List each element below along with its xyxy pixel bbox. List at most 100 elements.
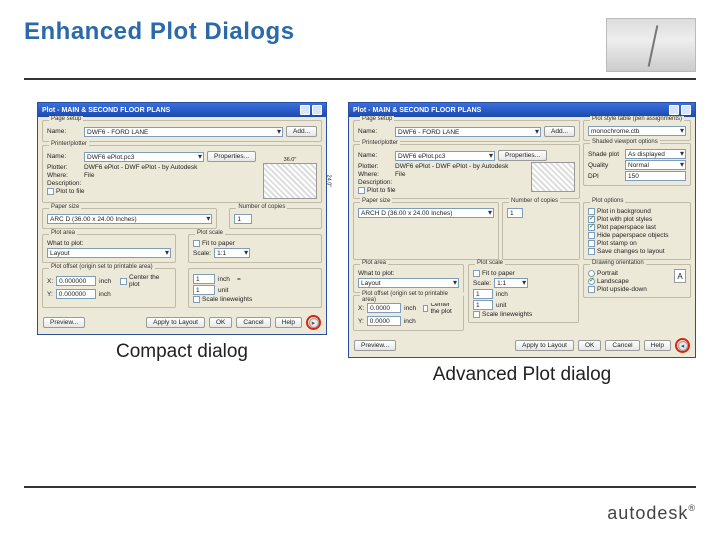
window-controls[interactable] <box>300 105 322 115</box>
y-input[interactable]: 0.0000 <box>367 316 401 326</box>
scale-dropdown[interactable]: 1:1 <box>494 278 528 288</box>
portrait-radio[interactable]: Portrait <box>588 270 671 277</box>
scale-dropdown[interactable]: 1:1 <box>214 248 250 258</box>
legend: Drawing orientation <box>590 260 646 266</box>
titlebar-text: Plot - MAIN & SECOND FLOOR PLANS <box>353 107 481 114</box>
footer-rule <box>24 486 696 488</box>
group-plot-area: Plot area What to plot: Layout <box>353 264 464 293</box>
printer-name-dropdown[interactable]: DWF6 ePlot.pc3 <box>84 152 204 162</box>
group-orientation: Drawing orientation Portrait Landscape P… <box>583 264 691 298</box>
legend: Plot scale <box>195 230 225 236</box>
what-to-plot-label: What to plot: <box>47 240 84 247</box>
cancel-button[interactable]: Cancel <box>236 317 270 328</box>
group-plot-offset: Plot offset (origin set to printable are… <box>42 268 176 308</box>
legend: Plot offset (origin set to printable are… <box>360 291 463 303</box>
plot-stamp-checkbox[interactable]: Plot stamp on <box>588 240 686 247</box>
page-setup-name-dropdown[interactable]: DWF6 - FORD LANE <box>84 127 283 137</box>
x-label: X: <box>47 278 53 285</box>
x-label: X: <box>358 305 364 312</box>
ok-button[interactable]: OK <box>209 317 232 328</box>
plot-style-dropdown[interactable]: monochrome.ctb <box>588 126 686 136</box>
desc-label: Description: <box>358 179 392 186</box>
scale-denominator-input[interactable]: 1 <box>193 285 215 295</box>
legend: Plot area <box>49 230 77 236</box>
caption-compact: Compact dialog <box>116 341 248 363</box>
legend: Page setup <box>49 116 83 122</box>
shade-plot-dropdown[interactable]: As displayed <box>625 149 686 159</box>
legend: Plot scale <box>475 260 505 266</box>
titlebar-text: Plot - MAIN & SECOND FLOOR PLANS <box>42 107 170 114</box>
scale-denominator-input[interactable]: 1 <box>473 300 493 310</box>
cancel-button[interactable]: Cancel <box>605 340 639 351</box>
ok-button[interactable]: OK <box>578 340 601 351</box>
copies-input[interactable]: 1 <box>507 208 523 218</box>
expand-icon[interactable]: ▸ <box>309 318 319 328</box>
scale-numerator-input[interactable]: 1 <box>473 289 493 299</box>
fit-to-paper-checkbox[interactable]: Fit to paper <box>473 270 515 277</box>
x-unit: inch <box>404 305 416 312</box>
scale-lineweights-checkbox[interactable]: Scale lineweights <box>193 296 252 303</box>
add-button[interactable]: Add... <box>544 126 575 137</box>
help-button[interactable]: Help <box>644 340 671 351</box>
shade-plot-label: Shade plot <box>588 151 622 158</box>
x-input[interactable]: 0.0000 <box>367 303 401 313</box>
help-button[interactable]: Help <box>275 317 302 328</box>
close-icon[interactable] <box>681 105 691 115</box>
scale-label: Scale: <box>193 250 211 257</box>
plot-styles-checkbox[interactable]: Plot with plot styles <box>588 216 686 223</box>
legend: Shaded viewport options <box>590 139 660 145</box>
center-plot-checkbox[interactable]: Center the plot <box>120 274 171 288</box>
name-label: Name: <box>47 153 81 160</box>
quality-label: Quality <box>588 162 622 169</box>
dpi-label: DPI <box>588 173 622 180</box>
save-changes-checkbox[interactable]: Save changes to layout <box>588 248 686 255</box>
window-controls[interactable] <box>669 105 691 115</box>
x-input[interactable]: 0.000000 <box>56 276 96 286</box>
collapse-icon[interactable]: ◂ <box>678 341 688 351</box>
scale-numerator-input[interactable]: 1 <box>193 274 215 284</box>
paperspace-last-checkbox[interactable]: Plot paperspace last <box>588 224 686 231</box>
y-unit: inch <box>99 291 111 298</box>
what-to-plot-dropdown[interactable]: Layout <box>47 248 171 258</box>
where-label: Where: <box>47 172 81 179</box>
center-plot-checkbox[interactable]: Center the plot <box>423 301 459 315</box>
legend: Number of copies <box>236 204 287 210</box>
apply-to-layout-button[interactable]: Apply to Layout <box>146 317 205 328</box>
scale-lineweights-checkbox[interactable]: Scale lineweights <box>473 311 532 318</box>
fit-to-paper-checkbox[interactable]: Fit to paper <box>193 240 235 247</box>
dialog-footer: Preview... Apply to Layout OK Cancel Hel… <box>349 335 695 353</box>
advanced-plot-dialog: Plot - MAIN & SECOND FLOOR PLANS Page se… <box>348 102 696 358</box>
quality-dropdown[interactable]: Normal <box>625 160 686 170</box>
y-input[interactable]: 0.000000 <box>56 289 96 299</box>
y-label: Y: <box>358 318 364 325</box>
upside-down-checkbox[interactable]: Plot upside-down <box>588 286 671 293</box>
plot-background-checkbox[interactable]: Plot in background <box>588 208 686 215</box>
plot-to-file-checkbox[interactable]: Plot to file <box>358 187 396 194</box>
help-icon[interactable] <box>300 105 310 115</box>
printer-name-dropdown[interactable]: DWF6 ePlot.pc3 <box>395 151 495 161</box>
collapse-toggle-highlight: ◂ <box>675 338 690 353</box>
where-label: Where: <box>358 171 392 178</box>
y-unit: inch <box>404 318 416 325</box>
add-button[interactable]: Add... <box>286 126 317 137</box>
properties-button[interactable]: Properties... <box>207 151 256 162</box>
paper-size-dropdown[interactable]: ARC D (36.00 x 24.00 Inches) <box>47 214 212 224</box>
dpi-input[interactable]: 150 <box>625 171 686 181</box>
help-icon[interactable] <box>669 105 679 115</box>
hide-paperspace-checkbox[interactable]: Hide paperspace objects <box>588 232 686 239</box>
landscape-radio[interactable]: Landscape <box>588 278 671 285</box>
what-to-plot-dropdown[interactable]: Layout <box>358 278 459 288</box>
plot-to-file-checkbox[interactable]: Plot to file <box>47 188 85 195</box>
copies-input[interactable]: 1 <box>234 214 252 224</box>
brand-logo: autodesk® <box>607 503 696 524</box>
properties-button[interactable]: Properties... <box>498 150 547 161</box>
close-icon[interactable] <box>312 105 322 115</box>
decorative-image <box>606 18 696 72</box>
page-setup-name-dropdown[interactable]: DWF6 - FORD LANE <box>395 127 541 137</box>
group-plot-scale: Plot scale Fit to paper Scale:1:1 1inch … <box>468 264 579 323</box>
preview-button[interactable]: Preview... <box>354 340 396 351</box>
paper-size-dropdown[interactable]: ARCH D (36.00 x 24.00 Inches) <box>358 208 494 218</box>
preview-button[interactable]: Preview... <box>43 317 85 328</box>
group-page-setup: Page setup Name: DWF6 - FORD LANE Add... <box>353 120 580 142</box>
apply-to-layout-button[interactable]: Apply to Layout <box>515 340 574 351</box>
